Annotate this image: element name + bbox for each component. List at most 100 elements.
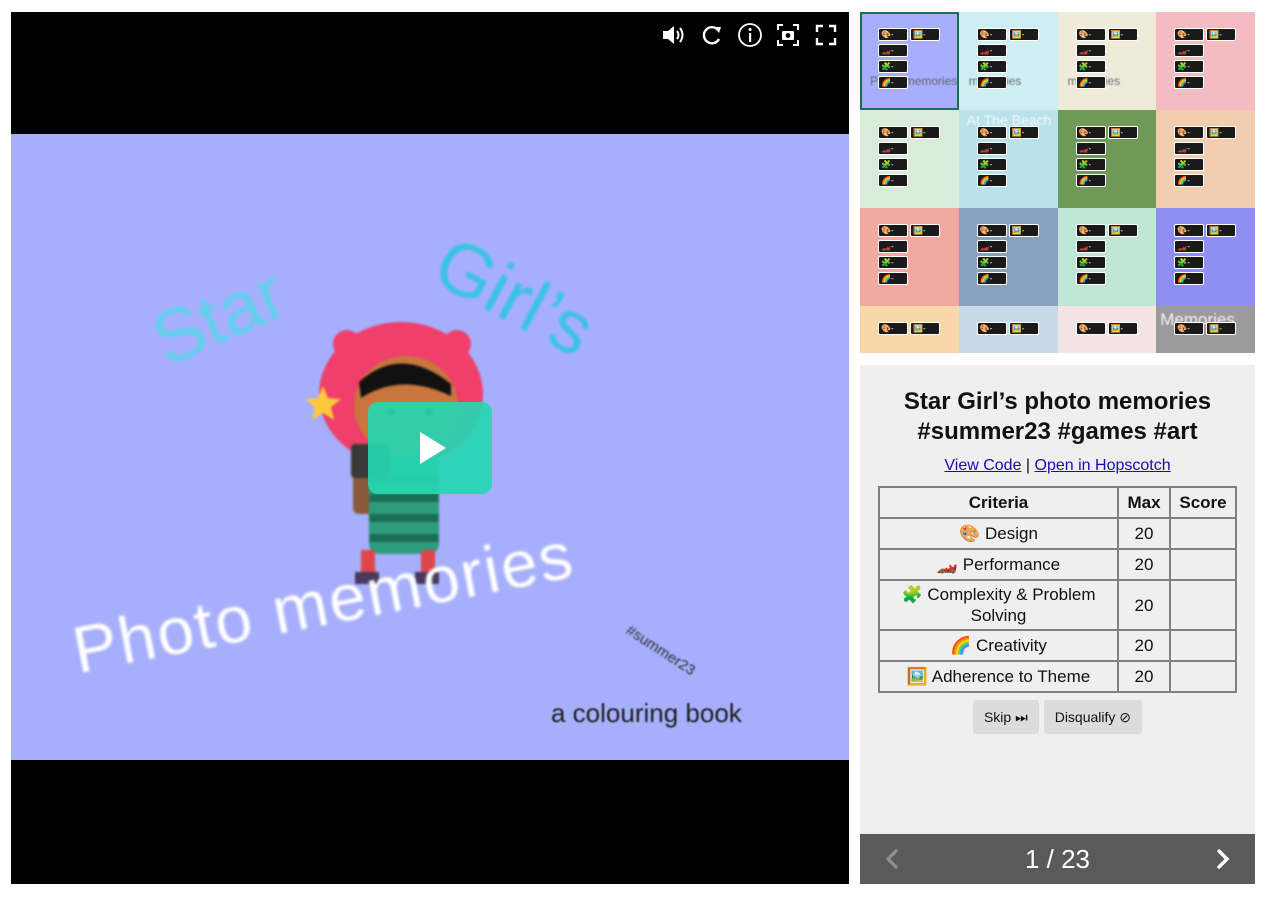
project-thumbnail[interactable]: 🎨- 🖼️-	[860, 306, 959, 353]
performance-badge: 🏎️-	[976, 44, 1007, 57]
project-thumbnail[interactable]: 🎨- 🖼️- 🏎️- 🧩- 🌈-	[1057, 110, 1157, 208]
project-links: View Code | Open in Hopscotch	[860, 457, 1255, 475]
disqualify-button[interactable]: Disqualify ⊘	[1043, 700, 1143, 734]
design-badge: 🎨-	[1075, 126, 1106, 139]
criteria-cell: 🏎️ Performance	[878, 548, 1119, 581]
project-title-line-1: Star Girl’s photo memories	[903, 388, 1212, 415]
theme-badge: 🖼️-	[1206, 126, 1237, 139]
performance-badge: 🏎️-	[878, 142, 908, 155]
puzzle-icon: 🧩	[901, 585, 923, 604]
design-badge: 🎨-	[976, 126, 1007, 139]
project-thumbnail[interactable]: 🎨- 🖼️-	[958, 306, 1058, 353]
volume-icon[interactable]	[661, 22, 687, 48]
score-input-cell[interactable]	[1169, 660, 1237, 693]
complexity-badge: 🧩-	[1075, 158, 1106, 171]
criteria-cell: 🖼️ Adherence to Theme	[878, 660, 1119, 693]
project-thumbnail[interactable]: 🎨- 🖼️- 🏎️- 🧩- 🌈-	[1156, 12, 1255, 110]
max-cell: 20	[1117, 548, 1171, 581]
score-input-cell[interactable]	[1169, 629, 1237, 662]
project-player[interactable]: Star Girl’s Photo memories #summer23 a c…	[11, 12, 849, 884]
design-badge: 🎨-	[878, 126, 908, 139]
project-thumbnail[interactable]: Photo memories 🎨- 🖼️- 🏎️- 🧩- 🌈-	[860, 12, 959, 110]
next-project-button[interactable]	[1207, 843, 1239, 875]
complexity-badge: 🧩-	[976, 256, 1007, 269]
complexity-badge: 🧩-	[976, 60, 1007, 73]
fullscreen-icon[interactable]	[813, 22, 839, 48]
project-canvas[interactable]: Star Girl’s Photo memories #summer23 a c…	[11, 134, 849, 760]
project-thumbnail[interactable]: 🎨- 🖼️- 🏎️- 🧩- 🌈-	[860, 110, 959, 208]
creativity-badge: 🌈-	[878, 174, 908, 187]
theme-badge: 🖼️-	[910, 126, 940, 139]
complexity-badge: 🧩-	[1174, 256, 1205, 269]
table-header-row: Criteria Max Score	[878, 486, 1237, 519]
project-thumbnail[interactable]: 🎨- 🖼️- 🏎️- 🧩- 🌈-	[1156, 110, 1255, 208]
play-button[interactable]	[368, 402, 492, 494]
project-thumbnail[interactable]: Memories 🎨- 🖼️-	[1156, 306, 1255, 353]
criteria-label: Design	[984, 523, 1038, 543]
project-thumbnail[interactable]: 🎨- 🖼️- 🏎️- 🧩- 🌈-	[1057, 208, 1157, 306]
creativity-badge: 🌈-	[1075, 76, 1106, 89]
theme-badge: 🖼️-	[1206, 224, 1237, 237]
design-badge: 🎨-	[976, 28, 1007, 41]
performance-badge: 🏎️-	[1174, 44, 1205, 57]
complexity-badge: 🧩-	[1075, 256, 1106, 269]
judging-actions: Skip ⏭ Disqualify ⊘	[860, 700, 1255, 734]
max-header: Max	[1117, 486, 1171, 519]
theme-badge: 🖼️-	[910, 28, 940, 41]
theme-badge: 🖼️-	[1107, 224, 1138, 237]
project-thumbnail[interactable]: memories🎨-🖼️-🏎️-🧩-🌈-	[958, 12, 1058, 110]
performance-badge: 🏎️-	[878, 44, 908, 57]
theme-badge: 🖼️-	[1008, 126, 1039, 139]
project-title: Star Girl’s photo memories #summer23 #ga…	[874, 387, 1241, 447]
max-cell: 20	[1117, 517, 1171, 550]
creativity-badge: 🌈-	[1174, 174, 1205, 187]
project-thumbnail[interactable]: At The Beach 🎨- 🖼️- 🏎️- 🧩- 🌈-	[958, 110, 1058, 208]
score-input-cell[interactable]	[1169, 548, 1237, 581]
criteria-label: Complexity & Problem Solving	[927, 585, 1096, 625]
artwork-word-star: Star	[139, 250, 298, 383]
creativity-badge: 🌈-	[878, 272, 908, 285]
theme-badge: 🖼️-	[1008, 224, 1039, 237]
table-row: 🏎️ Performance 20	[878, 548, 1237, 581]
view-code-link[interactable]: View Code	[944, 457, 1021, 474]
creativity-badge: 🌈-	[976, 174, 1007, 187]
theme-badge: 🖼️-	[1107, 28, 1138, 41]
project-thumbnail[interactable]: 🎨- 🖼️- 🏎️- 🧩- 🌈-	[1156, 208, 1255, 306]
skip-button[interactable]: Skip ⏭	[972, 700, 1039, 734]
creativity-badge: 🌈-	[1174, 76, 1205, 89]
open-in-hopscotch-link[interactable]: Open in Hopscotch	[1035, 457, 1171, 474]
creativity-badge: 🌈-	[976, 272, 1007, 285]
complexity-badge: 🧩-	[1075, 60, 1106, 73]
project-title-line-2: #summer23 #games #art	[917, 418, 1198, 445]
creativity-badge: 🌈-	[878, 76, 908, 89]
screenshot-icon[interactable]	[775, 22, 801, 48]
performance-badge: 🏎️-	[976, 240, 1007, 253]
score-input-cell[interactable]	[1169, 579, 1237, 631]
judging-panel: Star Girl’s photo memories #summer23 #ga…	[860, 365, 1255, 884]
project-thumbnail[interactable]: 🎨- 🖼️- 🏎️- 🧩- 🌈-	[958, 208, 1058, 306]
design-badge: 🎨-	[1075, 224, 1106, 237]
design-badge: 🎨-	[878, 322, 908, 335]
scoring-table: Criteria Max Score 🎨 Design 20 🏎️ Perfor…	[878, 486, 1237, 693]
palette-icon: 🎨	[959, 523, 981, 543]
play-icon	[420, 432, 446, 464]
design-badge: 🎨-	[878, 28, 908, 41]
theme-badge: 🖼️-	[1008, 322, 1039, 335]
info-icon[interactable]	[737, 22, 763, 48]
score-input-cell[interactable]	[1169, 517, 1237, 550]
creativity-badge: 🌈-	[1174, 272, 1205, 285]
complexity-badge: 🧩-	[1174, 158, 1205, 171]
creativity-badge: 🌈-	[1075, 174, 1106, 187]
complexity-badge: 🧩-	[878, 60, 908, 73]
performance-badge: 🏎️-	[878, 240, 908, 253]
max-cell: 20	[1117, 629, 1171, 662]
complexity-badge: 🧩-	[878, 256, 908, 269]
project-thumbnail[interactable]: 🎨- 🖼️- 🏎️- 🧩- 🌈-	[860, 208, 959, 306]
framed-picture-icon: 🖼️	[906, 666, 928, 686]
table-row: 🌈 Creativity 20	[878, 629, 1237, 662]
project-thumbnail[interactable]: memories🎨-🖼️-🏎️-🧩-🌈-	[1057, 12, 1157, 110]
restart-icon[interactable]	[699, 22, 725, 48]
chevron-right-icon	[1217, 849, 1230, 869]
project-thumbnail[interactable]: 🎨- 🖼️-	[1057, 306, 1157, 353]
design-badge: 🎨-	[976, 224, 1007, 237]
